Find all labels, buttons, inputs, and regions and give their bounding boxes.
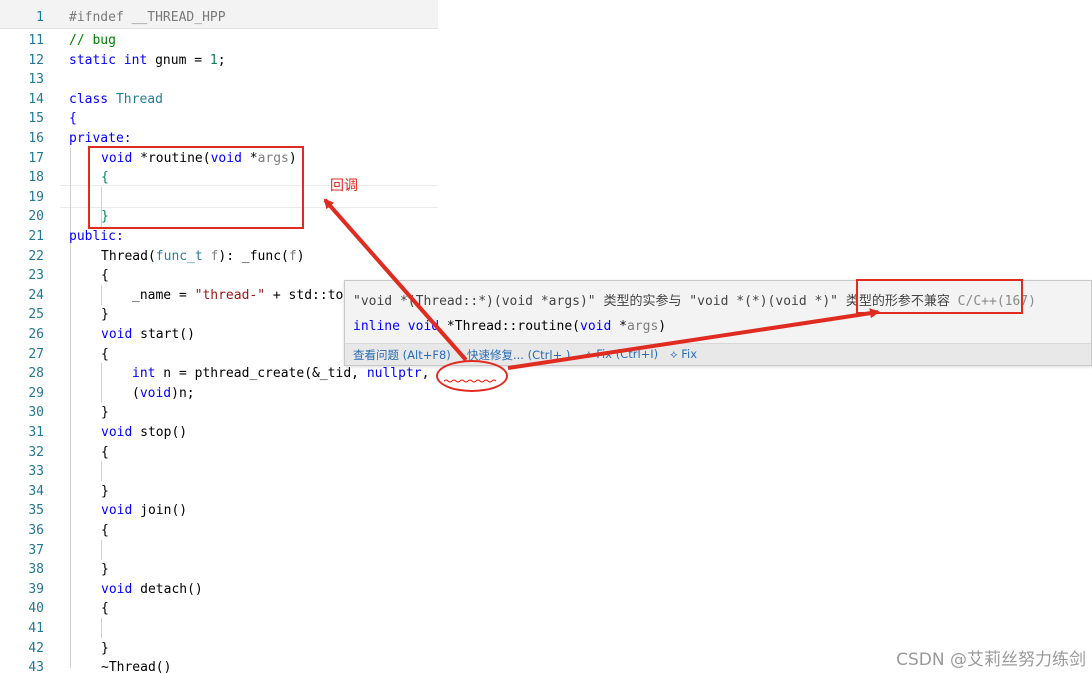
watermark: CSDN @艾莉丝努力练剑 xyxy=(896,650,1086,670)
annotation-arrows xyxy=(323,198,880,370)
arrow-to-callback xyxy=(323,198,468,362)
arrow-to-error xyxy=(507,308,880,370)
